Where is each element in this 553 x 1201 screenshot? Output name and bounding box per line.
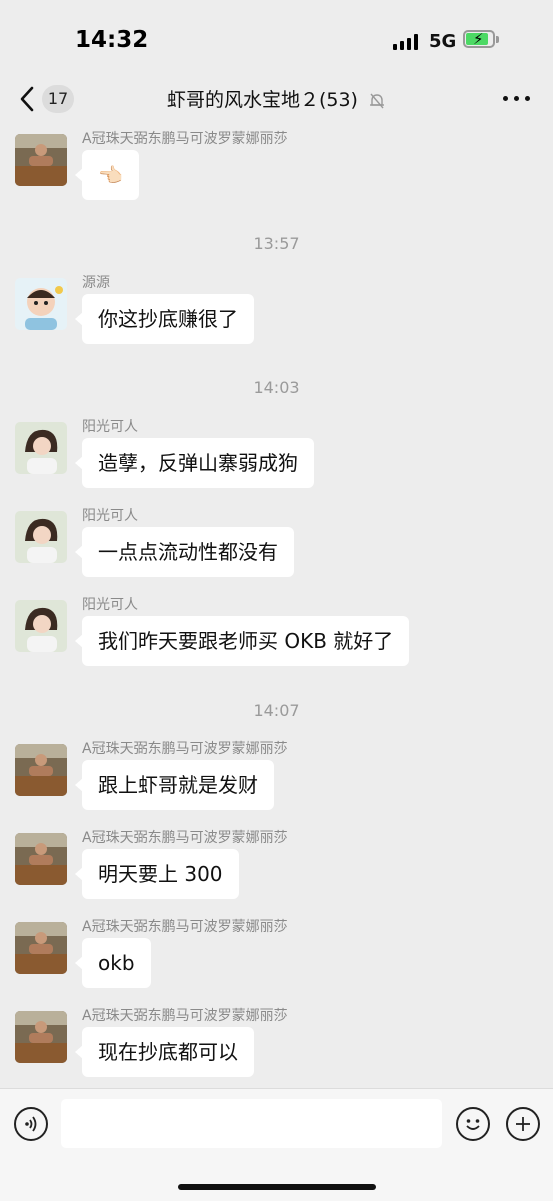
avatar[interactable] bbox=[15, 833, 67, 885]
sender-name: 阳光可人 bbox=[82, 419, 138, 435]
message-bubble[interactable]: 造孽，反弹山寨弱成狗 bbox=[75, 438, 314, 488]
nav-bar: 17 虾哥的风水宝地２(53) bbox=[0, 76, 553, 122]
sender-name: 阳光可人 bbox=[82, 597, 138, 613]
battery-cap bbox=[496, 36, 499, 43]
sender-name: 阳光可人 bbox=[82, 508, 138, 524]
message-bubble[interactable]: 明天要上 300 bbox=[75, 849, 239, 899]
timestamp: 13:57 bbox=[253, 234, 300, 253]
message-input[interactable] bbox=[61, 1099, 442, 1148]
sender-name: A冠珠天弼东鹏马可波罗蒙娜丽莎 bbox=[82, 830, 288, 846]
plus-icon bbox=[516, 1117, 530, 1131]
more-options-icon[interactable] bbox=[503, 88, 531, 108]
avatar[interactable] bbox=[15, 600, 67, 652]
emoji-icon bbox=[466, 1119, 480, 1130]
avatar[interactable] bbox=[15, 511, 67, 563]
mute-bell-icon bbox=[370, 93, 385, 108]
home-indicator bbox=[178, 1184, 376, 1190]
sender-name: 源源 bbox=[82, 275, 110, 291]
message-bubble[interactable]: 你这抄底赚很了 bbox=[75, 294, 254, 344]
message-bubble[interactable]: 👈🏻 bbox=[75, 150, 139, 200]
sender-name: A冠珠天弼东鹏马可波罗蒙娜丽莎 bbox=[82, 1008, 288, 1024]
emoji-button[interactable] bbox=[456, 1107, 490, 1141]
battery-icon: ⚡ bbox=[463, 30, 495, 48]
voice-icon bbox=[25, 1116, 37, 1132]
message-bubble[interactable]: 一点点流动性都没有 bbox=[75, 527, 294, 577]
timestamp: 14:07 bbox=[253, 701, 300, 720]
message-bubble[interactable]: 跟上虾哥就是发财 bbox=[75, 760, 274, 810]
sender-name: A冠珠天弼东鹏马可波罗蒙娜丽莎 bbox=[82, 741, 288, 757]
sender-name: A冠珠天弼东鹏马可波罗蒙娜丽莎 bbox=[82, 131, 288, 147]
more-actions-button[interactable] bbox=[506, 1107, 540, 1141]
status-bar: 14:32 5G ⚡ bbox=[0, 0, 553, 80]
chat-title[interactable]: 虾哥的风水宝地２(53) bbox=[0, 85, 553, 112]
voice-input-button[interactable] bbox=[14, 1107, 48, 1141]
chat-message-list[interactable]: A冠珠天弼东鹏马可波罗蒙娜丽莎 👈🏻 13:57 源源 你这抄底赚很了 14:0… bbox=[0, 124, 553, 1088]
avatar[interactable] bbox=[15, 1011, 67, 1063]
chat-title-text: 虾哥的风水宝地２(53) bbox=[166, 89, 358, 111]
status-time: 14:32 bbox=[75, 27, 149, 53]
avatar[interactable] bbox=[15, 744, 67, 796]
message-bubble[interactable]: okb bbox=[75, 938, 151, 988]
network-type: 5G bbox=[429, 31, 457, 52]
message-bubble[interactable]: 现在抄底都可以 bbox=[75, 1027, 254, 1077]
timestamp: 14:03 bbox=[253, 378, 300, 397]
message-bubble[interactable]: 我们昨天要跟老师买 OKB 就好了 bbox=[74, 616, 410, 666]
avatar[interactable] bbox=[15, 278, 67, 330]
avatar[interactable] bbox=[15, 922, 67, 974]
sender-name: A冠珠天弼东鹏马可波罗蒙娜丽莎 bbox=[82, 919, 288, 935]
avatar[interactable] bbox=[15, 422, 67, 474]
signal-icon bbox=[393, 34, 419, 50]
avatar[interactable] bbox=[15, 134, 67, 186]
